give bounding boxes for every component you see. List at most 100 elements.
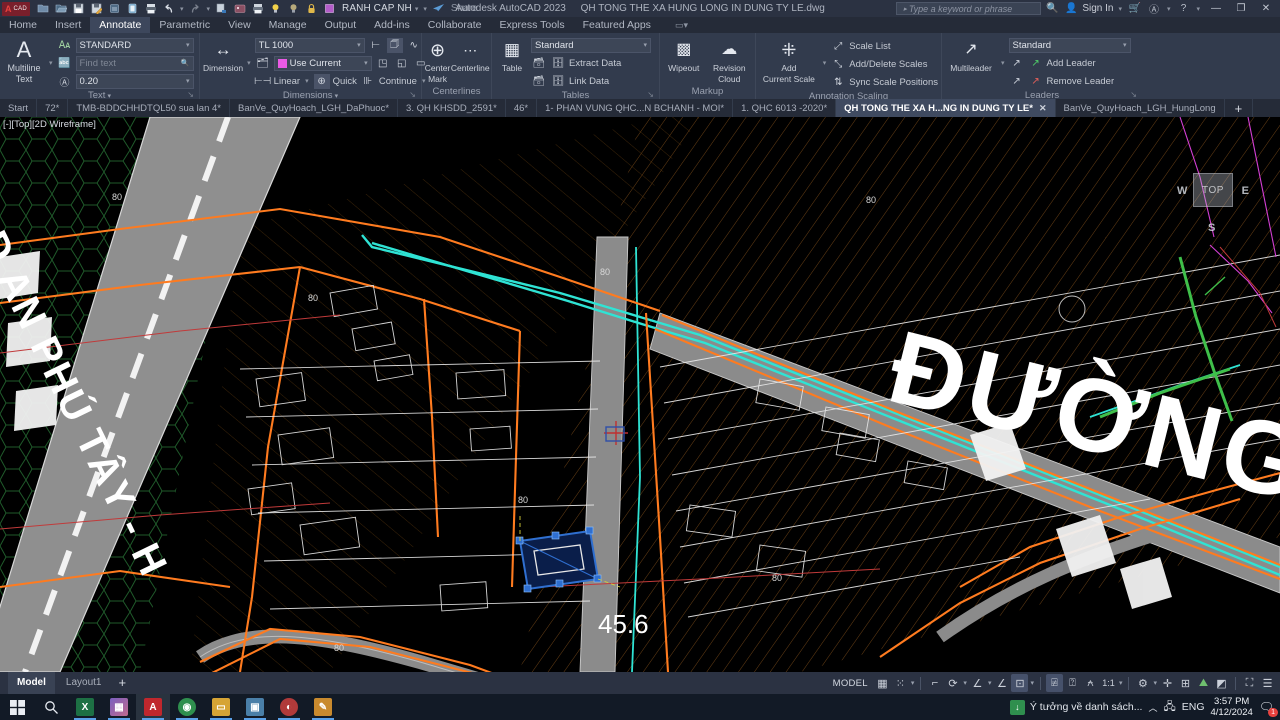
taskbar-clock[interactable]: 3:57 PM 4/12/2024 <box>1211 696 1253 718</box>
extract-data-label[interactable]: Extract Data <box>569 58 621 69</box>
extract-data-secondary-icon[interactable]: 🗃 <box>531 56 547 71</box>
leader-variant2-icon[interactable]: ↗ <box>1009 74 1025 89</box>
continue-label[interactable]: Continue <box>379 76 417 87</box>
viewcube-west-label[interactable]: W <box>1177 185 1187 197</box>
taskbar-excel[interactable]: X <box>68 694 102 720</box>
leader-variant-icon[interactable]: ↗ <box>1009 56 1025 71</box>
annotation-scale-value[interactable]: 1:1 <box>1100 674 1117 692</box>
dimension-layer-icon[interactable]: 🗂 <box>255 56 271 71</box>
taskbar-explorer[interactable]: ▭ <box>204 694 238 720</box>
sync-scale-positions-label[interactable]: Sync Scale Positions <box>849 77 938 88</box>
annotation-scale-chevron-down-icon[interactable]: ▾ <box>1118 679 1124 687</box>
table-style-chevron-down-icon[interactable]: ▾ <box>643 41 647 49</box>
tray-app-label[interactable]: Ý tưởng về danh sách... <box>1030 701 1143 713</box>
cloud-save-icon[interactable] <box>106 1 123 16</box>
tab-express-tools[interactable]: Express Tools <box>490 17 573 33</box>
tab-parametric[interactable]: Parametric <box>150 17 219 33</box>
table-style-combo[interactable]: Standard ▾ <box>531 37 651 53</box>
scale-list-icon[interactable]: ⤢ <box>830 39 846 54</box>
object-snap-tracking-icon[interactable]: ∠ <box>969 674 986 692</box>
workspace-switch-chevron-down-icon[interactable]: ▾ <box>1152 679 1158 687</box>
sync-scale-positions-icon[interactable]: ⇅ <box>830 75 846 90</box>
file-tab-tmb-bddchhdtql50[interactable]: TMB-BDDCHHDTQL50 sua lan 4* <box>68 99 230 117</box>
tab-featured-apps[interactable]: Featured Apps <box>574 17 660 33</box>
viewcube-top-face[interactable]: TOP <box>1193 173 1233 207</box>
taskbar-sketch[interactable]: ✎ <box>306 694 340 720</box>
tab-output[interactable]: Output <box>316 17 366 33</box>
linear-dropdown-icon[interactable]: ▾ <box>305 77 309 85</box>
revision-cloud-button[interactable]: ☁ Revision Cloud <box>707 36 752 84</box>
windows-start-icon[interactable] <box>0 694 34 720</box>
file-tab-qhc-6013[interactable]: 1. QHC 6013 -2020* <box>733 99 837 117</box>
share-label[interactable]: Share <box>451 3 478 14</box>
app-dropdown-icon[interactable]: ▾ <box>1167 5 1171 13</box>
find-text-input[interactable]: Find text 🔍 <box>75 55 194 71</box>
polar-tracking-icon[interactable]: ⟳ <box>944 674 961 692</box>
tab-collaborate[interactable]: Collaborate <box>419 17 491 33</box>
layer-color-icon[interactable] <box>321 1 338 16</box>
search-icon[interactable]: 🔍 <box>1044 3 1060 14</box>
multiline-text-button[interactable]: A Multiline Text <box>3 36 45 85</box>
layer-freeze-icon[interactable] <box>285 1 302 16</box>
linear-dimension-icon[interactable]: ⊢⊣ <box>254 74 271 89</box>
hardware-accel-icon[interactable]: ✛ <box>1159 674 1176 692</box>
file-tab-phan-vung-qhc[interactable]: 1- PHAN VUNG QHC...N BCHANH - MOI* <box>537 99 734 117</box>
snap-mode-icon[interactable]: ⁙ <box>892 674 909 692</box>
centerline-button[interactable]: ⋯ Centerline <box>451 36 490 73</box>
plot-preview-icon[interactable] <box>124 1 141 16</box>
dimension-break-icon[interactable]: ⊢ <box>368 38 384 53</box>
layout-tab-model[interactable]: Model <box>8 672 55 694</box>
workspace-switch-icon[interactable]: ⚙ <box>1134 674 1151 692</box>
autodesk-store-icon[interactable]: 🛒 <box>1127 3 1143 14</box>
link-data-icon[interactable]: 🗄 <box>550 74 566 89</box>
redo-dropdown-icon[interactable]: ▾ <box>207 5 211 13</box>
tray-active-app[interactable]: ↓ Ý tưởng về danh sách... <box>1009 699 1143 715</box>
open-file-icon[interactable] <box>52 1 69 16</box>
new-file-icon[interactable] <box>34 1 51 16</box>
search-history-icon[interactable]: ▸ <box>903 5 907 13</box>
add-delete-scales-label[interactable]: Add/Delete Scales <box>849 59 927 70</box>
file-tab-start[interactable]: Start <box>0 99 38 117</box>
undo-icon[interactable] <box>160 1 177 16</box>
dimension-dropdown-icon[interactable]: ▾ <box>247 59 251 67</box>
sign-in-dropdown-icon[interactable]: ▾ <box>1118 5 1122 13</box>
find-text-icon[interactable]: 🔤 <box>57 56 73 71</box>
customization-icon[interactable]: ☰ <box>1259 674 1276 692</box>
text-style-icon[interactable]: 🗛 <box>57 38 73 53</box>
restore-button[interactable]: ❐ <box>1230 3 1252 14</box>
continue-dimension-icon[interactable]: ⊪ <box>360 74 376 89</box>
snap-mode-chevron-down-icon[interactable]: ▾ <box>910 679 916 687</box>
tab-insert[interactable]: Insert <box>46 17 90 33</box>
tab-view[interactable]: View <box>219 17 260 33</box>
remove-leader-label[interactable]: Remove Leader <box>1047 76 1115 87</box>
scale-list-label[interactable]: Scale List <box>849 41 890 52</box>
layout-tab-layout1[interactable]: Layout1 <box>57 672 111 694</box>
object-snap-chevron-down-icon[interactable]: ▾ <box>1029 679 1035 687</box>
quick-label[interactable]: Quick <box>333 76 357 87</box>
wipeout-button[interactable]: ▩ Wipeout <box>663 36 705 73</box>
search-input[interactable]: ▸ Type a keyword or phrase <box>896 2 1042 15</box>
viewcube[interactable]: TOP W E S <box>1177 165 1249 234</box>
viewport-controls-label[interactable]: [-][Top][2D Wireframe] <box>3 119 96 130</box>
viewcube-east-label[interactable]: E <box>1242 185 1249 197</box>
graphics-performance-toggle-icon[interactable]: ◩ <box>1213 674 1230 692</box>
share-icon[interactable] <box>430 1 447 16</box>
center-mark-button[interactable]: ⊕ Center Mark <box>425 36 451 84</box>
clean-screen-icon[interactable]: ⛶ <box>1241 674 1258 692</box>
layer-lock-icon[interactable] <box>303 1 320 16</box>
dimension-reassociate-icon[interactable]: ◱ <box>394 56 410 71</box>
account-icon[interactable]: 👤 <box>1063 3 1079 14</box>
add-delete-scales-icon[interactable]: ⤡ <box>830 57 846 72</box>
link-data-secondary-icon[interactable]: 🗃 <box>531 74 547 89</box>
new-file-tab-button[interactable]: + <box>1225 99 1254 117</box>
dimension-button[interactable]: ↔ Dimension <box>203 36 243 73</box>
find-text-search-icon[interactable]: 🔍 <box>181 59 190 67</box>
search-icon[interactable] <box>34 694 68 720</box>
annotation-visibility-icon[interactable]: ⍯ <box>1045 674 1063 692</box>
file-tab-banve-daphuoc[interactable]: BanVe_QuyHoach_LGH_DaPhuoc* <box>230 99 399 117</box>
publish-icon[interactable] <box>213 1 230 16</box>
taskbar-pdf[interactable]: ◐ <box>272 694 306 720</box>
viewcube-south-label[interactable]: S <box>1208 222 1215 234</box>
help-dropdown-icon[interactable]: ▾ <box>1196 5 1200 13</box>
multileader-style-combo[interactable]: Standard ▾ <box>1008 37 1131 53</box>
